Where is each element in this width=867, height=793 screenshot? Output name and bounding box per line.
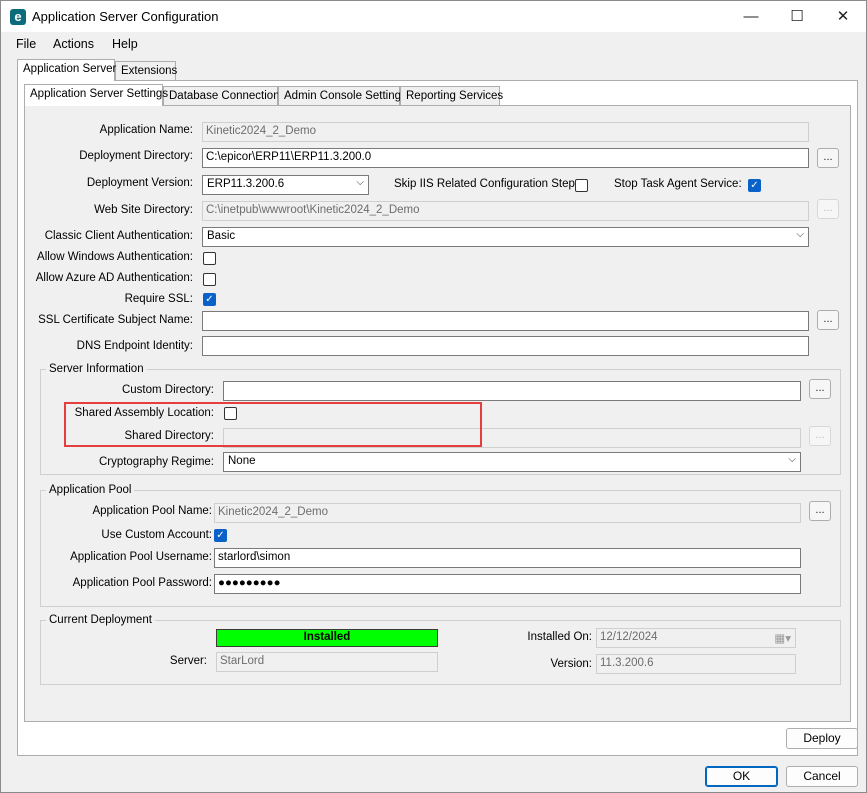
close-icon[interactable]: ✕	[820, 1, 866, 32]
chevron-down-icon: ⌵	[796, 229, 804, 240]
installed-on-field: 12/12/2024 ▦▾	[596, 628, 796, 648]
crypto-select[interactable]: None ⌵	[223, 452, 801, 472]
crypto-value: None	[228, 455, 256, 467]
version-field: 11.3.200.6	[596, 654, 796, 674]
deploy-dir-label: Deployment Directory:	[79, 150, 193, 162]
app-window: e Application Server Configuration — ☐ ✕…	[0, 0, 867, 793]
custom-dir-field[interactable]	[223, 381, 801, 401]
skip-iis-label: Skip IIS Related Configuration Steps:	[394, 178, 584, 190]
pool-user-field[interactable]: starlord\simon	[214, 548, 801, 568]
dns-label: DNS Endpoint Identity:	[76, 340, 193, 352]
dns-field[interactable]	[202, 336, 809, 356]
allow-azure-checkbox[interactable]	[203, 273, 216, 286]
installed-on-value: 12/12/2024	[600, 631, 658, 643]
classic-auth-value: Basic	[207, 230, 236, 242]
skip-iis-checkbox[interactable]	[575, 179, 588, 192]
pool-user-label: Application Pool Username:	[70, 551, 212, 563]
classic-auth-label: Classic Client Authentication:	[44, 230, 193, 242]
current-deployment-title: Current Deployment	[46, 614, 155, 626]
title-bar: e Application Server Configuration — ☐ ✕	[1, 1, 866, 32]
require-ssl-checkbox[interactable]: ✓	[203, 293, 216, 306]
deploy-version-label: Deployment Version:	[86, 177, 193, 189]
tab-reporting-services[interactable]: Reporting Services	[400, 86, 503, 106]
window-title: Application Server Configuration	[32, 9, 219, 24]
allow-windows-label: Allow Windows Authentication:	[37, 251, 193, 263]
ok-button[interactable]: OK	[705, 766, 778, 787]
classic-auth-select[interactable]: Basic ⌵	[202, 227, 809, 247]
tab-extensions[interactable]: Extensions	[115, 61, 177, 81]
tab-admin-console-settings[interactable]: Admin Console Settings	[278, 86, 407, 106]
stop-task-label: Stop Task Agent Service:	[614, 178, 742, 190]
menu-help[interactable]: Help	[112, 37, 138, 51]
server-field: StarLord	[216, 652, 438, 672]
chevron-down-icon: ⌵	[788, 454, 796, 465]
app-logo-icon: e	[10, 9, 26, 25]
require-ssl-label: Require SSL:	[124, 293, 193, 305]
tab-application-server[interactable]: Application Server	[17, 59, 116, 81]
version-label: Version:	[550, 658, 592, 670]
highlight-box	[64, 402, 482, 447]
cancel-button[interactable]: Cancel	[786, 766, 858, 787]
stop-task-checkbox[interactable]: ✓	[748, 179, 761, 192]
custom-dir-browse-button[interactable]: ...	[809, 379, 831, 399]
custom-dir-label: Custom Directory:	[121, 384, 214, 396]
server-label: Server:	[169, 655, 207, 667]
pool-pass-label: Application Pool Password:	[72, 577, 212, 589]
pool-name-label: Application Pool Name:	[92, 505, 212, 517]
ssl-subject-browse-button[interactable]: ...	[817, 310, 839, 330]
app-name-field: Kinetic2024_2_Demo	[202, 122, 809, 142]
crypto-label: Cryptography Regime:	[98, 456, 214, 468]
status-badge: Installed	[216, 629, 438, 647]
chevron-down-icon: ⌵	[356, 177, 364, 188]
deploy-version-select[interactable]: ERP11.3.200.6 ⌵	[202, 175, 369, 195]
menu-actions[interactable]: Actions	[53, 37, 94, 51]
allow-azure-label: Allow Azure AD Authentication:	[35, 272, 193, 284]
menu-bar: File Actions Help	[1, 32, 866, 56]
deploy-dir-browse-button[interactable]: ...	[817, 148, 839, 168]
allow-windows-checkbox[interactable]	[203, 252, 216, 265]
calendar-icon: ▦▾	[774, 633, 791, 645]
pool-name-browse-button[interactable]: ...	[809, 501, 831, 521]
maximize-icon[interactable]: ☐	[774, 1, 820, 32]
shared-dir-browse-button: ...	[809, 426, 831, 446]
pool-pass-field[interactable]: ●●●●●●●●●	[214, 574, 801, 594]
ssl-subject-field[interactable]	[202, 311, 809, 331]
deploy-dir-field[interactable]: C:\epicor\ERP11\ERP11.3.200.0	[202, 148, 809, 168]
minimize-icon[interactable]: —	[728, 1, 774, 32]
server-info-title: Server Information	[46, 363, 147, 375]
deploy-version-value: ERP11.3.200.6	[207, 178, 285, 190]
ssl-subject-label: SSL Certificate Subject Name:	[38, 314, 193, 326]
tab-database-connection[interactable]: Database Connection	[163, 86, 280, 106]
tab-application-server-settings[interactable]: Application Server Settings	[24, 84, 168, 106]
website-dir-field: C:\inetpub\wwwroot\Kinetic2024_2_Demo	[202, 201, 809, 221]
deploy-button[interactable]: Deploy	[786, 728, 858, 749]
custom-account-checkbox[interactable]: ✓	[214, 529, 227, 542]
app-pool-title: Application Pool	[46, 484, 135, 496]
custom-account-label: Use Custom Account:	[101, 529, 212, 541]
app-name-label: Application Name:	[99, 124, 193, 136]
menu-file[interactable]: File	[16, 37, 36, 51]
pool-name-field: Kinetic2024_2_Demo	[214, 503, 801, 523]
installed-on-label: Installed On:	[527, 631, 592, 643]
website-dir-label: Web Site Directory:	[94, 204, 193, 216]
website-dir-browse-button: ...	[817, 199, 839, 219]
